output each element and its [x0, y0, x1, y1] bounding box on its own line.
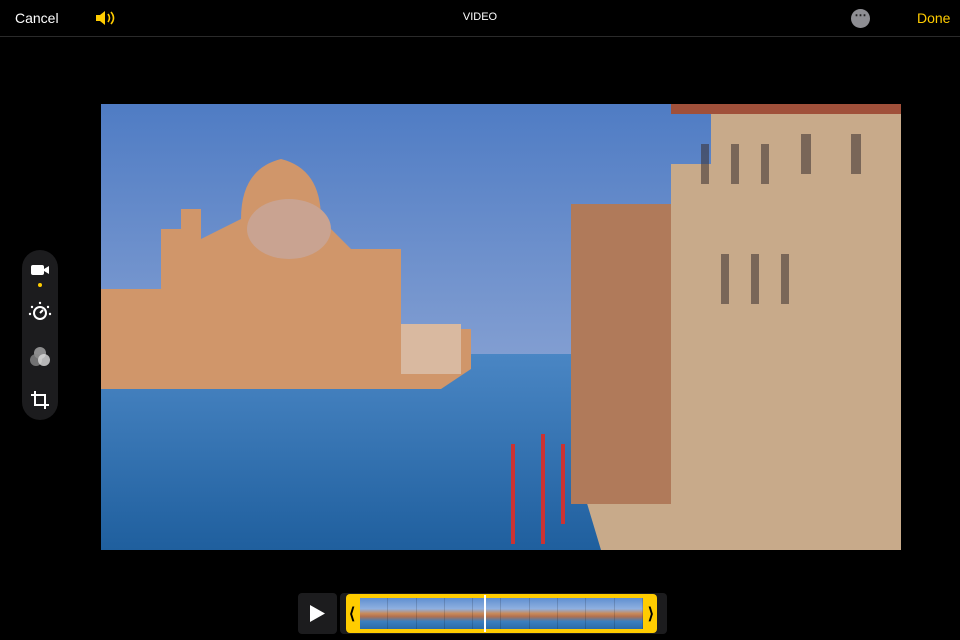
filmstrip-frame: [614, 598, 643, 629]
filmstrip-frame: [360, 598, 389, 629]
filmstrip-frame: [444, 598, 474, 629]
filmstrip-frame: [501, 598, 530, 629]
filters-icon[interactable]: [28, 345, 52, 369]
filmstrip-frame: [529, 598, 559, 629]
filmstrip-frame: [586, 598, 615, 629]
page-title: VIDEO: [462, 11, 498, 23]
playhead[interactable]: [484, 595, 486, 632]
filmstrip-frame: [416, 598, 445, 629]
filmstrip[interactable]: [360, 598, 643, 629]
done-button[interactable]: Done: [917, 10, 950, 26]
filmstrip-frame: [473, 598, 502, 629]
filmstrip-frame: [388, 598, 417, 629]
crop-rotate-icon[interactable]: [28, 388, 52, 412]
video-camera-icon[interactable]: [28, 258, 52, 282]
trim-handle-left[interactable]: ⟨: [349, 604, 355, 624]
adjust-dial-icon[interactable]: [28, 300, 52, 324]
active-tool-indicator: [38, 283, 42, 287]
trim-range[interactable]: ⟨ ⟩: [346, 594, 657, 633]
filmstrip-frame: [558, 598, 587, 629]
more-options-button[interactable]: ⋯: [851, 9, 870, 28]
edit-tool-rail: [22, 250, 58, 420]
play-button[interactable]: [298, 593, 337, 634]
video-preview: [101, 104, 901, 550]
top-bar: Cancel VIDEO ⋯ Done: [0, 0, 960, 37]
play-icon: [310, 605, 325, 622]
trim-handle-right[interactable]: ⟩: [648, 604, 654, 624]
